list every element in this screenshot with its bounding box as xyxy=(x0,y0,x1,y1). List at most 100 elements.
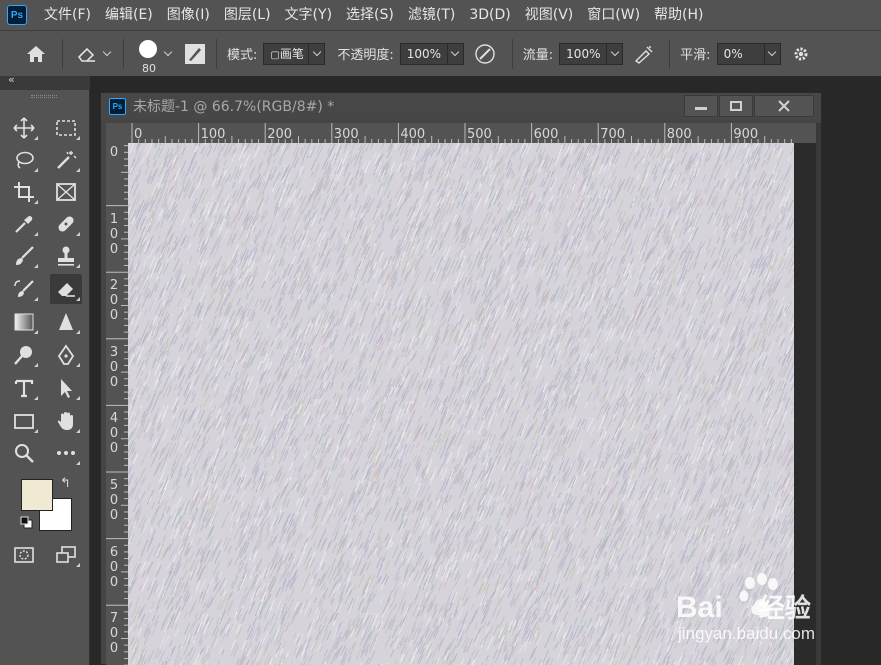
ruler-label: 700 xyxy=(600,127,626,142)
tool-preset-picker[interactable] xyxy=(69,39,117,69)
submenu-indicator xyxy=(76,232,80,236)
submenu-indicator xyxy=(76,461,80,465)
menu-window[interactable]: 窗口(W) xyxy=(580,0,647,30)
frame-tool[interactable] xyxy=(50,177,82,207)
more-icon xyxy=(57,451,75,455)
vertical-ruler[interactable]: 0 100 200 300 400 500 600 700 xyxy=(106,143,128,665)
opacity-dropdown[interactable] xyxy=(447,42,464,65)
stamp-icon xyxy=(58,246,74,266)
rectangle-tool[interactable] xyxy=(8,406,40,436)
mode-dropdown[interactable] xyxy=(309,42,326,65)
ps-document-icon: Ps xyxy=(109,97,126,115)
menu-help[interactable]: 帮助(H) xyxy=(647,0,710,30)
menu-select[interactable]: 选择(S) xyxy=(339,0,401,30)
eraser-tool[interactable] xyxy=(50,274,82,304)
magic-wand-tool[interactable] xyxy=(50,145,82,175)
panel-grip[interactable] xyxy=(31,95,57,98)
baidu-watermark: Bai 经验 jingyan.baidu.com xyxy=(672,566,842,656)
submenu-indicator xyxy=(76,168,80,172)
minimize-button[interactable] xyxy=(684,95,718,117)
ruler-label: 300 xyxy=(109,344,119,390)
path-selection-tool[interactable] xyxy=(50,373,82,403)
gradient-tool[interactable] xyxy=(8,307,40,337)
crop-tool[interactable] xyxy=(8,177,40,207)
ruler-label: 400 xyxy=(109,411,119,457)
history-brush-tool[interactable] xyxy=(8,274,40,304)
brush-preset-picker[interactable]: 80 xyxy=(130,39,180,75)
type-icon xyxy=(14,379,34,398)
brush-settings-button[interactable] xyxy=(180,39,210,69)
type-tool[interactable] xyxy=(8,373,40,403)
menu-type[interactable]: 文字(Y) xyxy=(278,0,339,30)
menu-3d[interactable]: 3D(D) xyxy=(462,0,517,30)
chevron-down-icon xyxy=(102,47,112,57)
maximize-button[interactable] xyxy=(719,95,753,117)
ruler-label: 700 xyxy=(109,611,119,657)
blur-tool[interactable] xyxy=(50,307,82,337)
gear-icon xyxy=(794,47,808,60)
submenu-indicator xyxy=(76,363,80,367)
foreground-color-swatch[interactable] xyxy=(21,479,53,511)
menu-file[interactable]: 文件(F) xyxy=(37,0,98,30)
flow-label: 流量: xyxy=(522,48,554,63)
close-button[interactable] xyxy=(754,95,814,117)
ruler-origin[interactable] xyxy=(106,123,128,143)
photoshop-window: Ps 文件(F) 编辑(E) 图像(I) 图层(L) 文字(Y) 选择(S) 滤… xyxy=(0,0,881,665)
hand-tool[interactable] xyxy=(50,406,82,436)
quick-mask-tool[interactable] xyxy=(8,540,40,570)
document-title-bar[interactable]: Ps 未标题-1 @ 66.7%(RGB/8#) * xyxy=(101,93,821,119)
submenu-indicator xyxy=(76,429,80,433)
eyedropper-tool[interactable] xyxy=(8,209,40,239)
ruler-label: 600 xyxy=(109,544,119,590)
crop-icon xyxy=(14,182,34,202)
smoothing-settings-button[interactable] xyxy=(787,39,815,69)
marquee-icon xyxy=(56,120,76,136)
magic-wand-icon xyxy=(57,151,77,169)
airbrush-button[interactable] xyxy=(623,39,663,69)
smoothing-input[interactable]: 0% xyxy=(716,42,765,65)
submenu-indicator xyxy=(34,200,38,204)
move-tool[interactable] xyxy=(8,113,40,143)
eraser-icon xyxy=(58,283,75,297)
opacity-control[interactable]: 100% xyxy=(399,42,464,65)
collapse-toolbar-icon[interactable]: « xyxy=(8,73,15,86)
jingyan-text: 经验 xyxy=(758,593,811,623)
pen-tool[interactable] xyxy=(50,340,82,370)
marquee-tool[interactable] xyxy=(50,113,82,143)
eyedropper-icon xyxy=(15,216,33,233)
dodge-icon xyxy=(14,346,32,365)
clone-stamp-tool[interactable] xyxy=(50,241,82,271)
menu-edit[interactable]: 编辑(E) xyxy=(98,0,160,30)
healing-brush-tool[interactable] xyxy=(50,209,82,239)
chevron-down-icon xyxy=(767,47,777,57)
ruler-label: 900 xyxy=(733,127,759,142)
home-icon[interactable] xyxy=(16,39,56,69)
smoothing-dropdown[interactable] xyxy=(764,42,781,65)
brush-tool[interactable] xyxy=(8,241,40,271)
mode-select[interactable]: ▢画笔 xyxy=(263,42,326,65)
menu-image[interactable]: 图像(I) xyxy=(160,0,217,30)
ruler-label: 200 xyxy=(109,278,119,324)
zoom-tool[interactable] xyxy=(8,438,40,468)
smoothing-control[interactable]: 0% xyxy=(716,42,781,65)
horizontal-ruler[interactable]: 0 100 200 300 400 500 600 700 800 900 xyxy=(128,123,816,143)
screen-mode-tool[interactable] xyxy=(50,540,82,570)
opacity-input[interactable]: 100% xyxy=(399,42,448,65)
submenu-indicator xyxy=(34,136,38,140)
opacity-label: 不透明度: xyxy=(337,48,394,63)
menu-layer[interactable]: 图层(L) xyxy=(217,0,278,30)
swap-colors-icon[interactable]: ↰ xyxy=(60,476,71,491)
menu-filter[interactable]: 滤镜(T) xyxy=(401,0,462,30)
flow-control[interactable]: 100% xyxy=(559,42,624,65)
flow-dropdown[interactable] xyxy=(607,42,624,65)
ruler-label: 100 xyxy=(109,211,119,257)
dodge-tool[interactable] xyxy=(8,340,40,370)
ruler-label: 0 xyxy=(134,127,143,142)
edit-toolbar-button[interactable] xyxy=(50,438,82,468)
flow-input[interactable]: 100% xyxy=(559,42,608,65)
menu-view[interactable]: 视图(V) xyxy=(518,0,581,30)
lasso-tool[interactable] xyxy=(8,145,40,175)
default-colors-icon[interactable] xyxy=(20,516,33,529)
pressure-opacity-button[interactable] xyxy=(464,39,506,69)
brush-panel-icon xyxy=(185,43,205,64)
